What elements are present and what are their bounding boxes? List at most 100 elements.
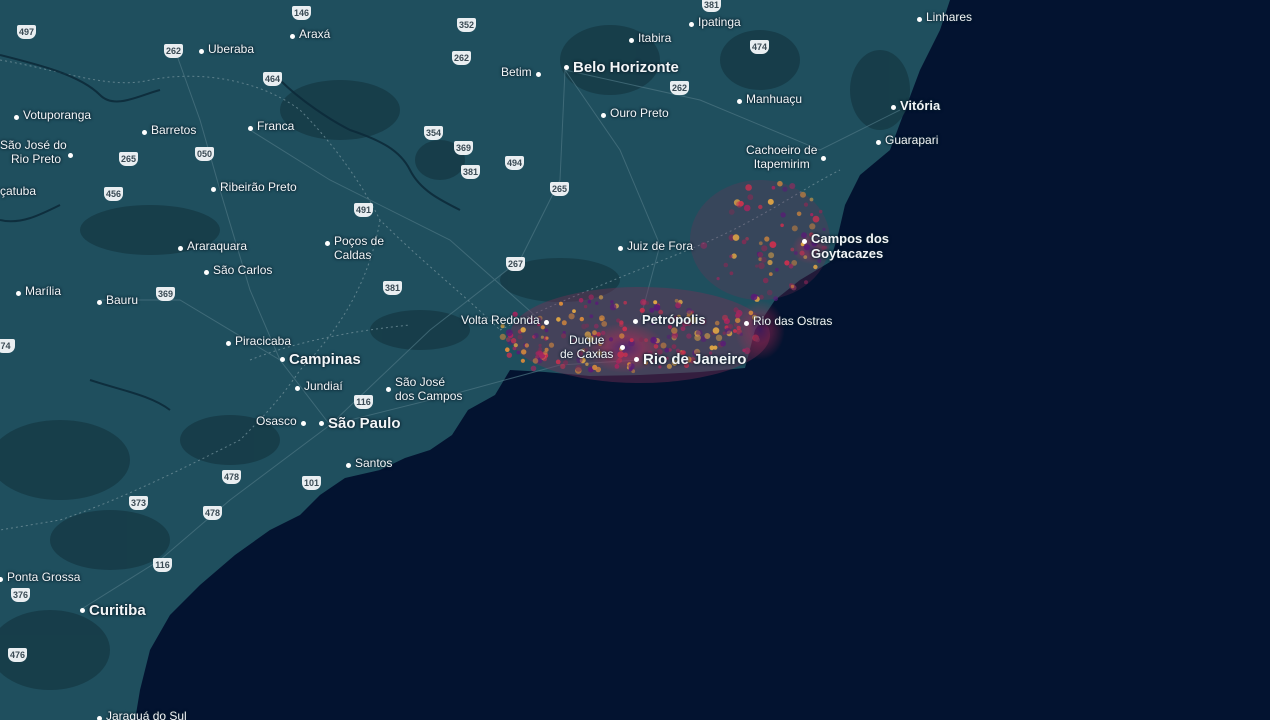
heat-cell [548,342,555,348]
heat-cell [644,338,648,343]
city-label-santos[interactable]: Santos [346,456,392,471]
heat-cell [741,239,747,245]
city-label-sao-jose-dos-campos[interactable]: São José dos Campos [386,375,462,404]
city-label-araxa[interactable]: Araxá [290,27,330,42]
city-label-jaragua-do-sul[interactable]: Jaraguá do Sul [97,709,187,720]
city-label-vitoria[interactable]: Vitória [891,98,940,114]
city-label-osasco[interactable]: Osasco [256,414,306,429]
city-label-manhuacu[interactable]: Manhuaçu [737,92,802,107]
heat-cell [782,186,788,192]
heat-cell [587,299,592,304]
heat-cell [609,303,617,311]
city-label-sao-jose-rio-preto[interactable]: São José do Rio Preto [0,138,73,167]
heat-cell [598,295,604,300]
city-label-ponta-grossa[interactable]: Ponta Grossa [0,570,80,585]
city-label-ouro-preto[interactable]: Ouro Preto [601,106,669,121]
city-label-curitiba[interactable]: Curitiba [80,602,146,619]
city-label-rio-de-janeiro[interactable]: Rio de Janeiro [634,351,746,368]
city-label-bauru[interactable]: Bauru [97,293,138,308]
heat-cell [622,326,628,332]
heat-cell [694,334,701,342]
heat-cell [803,244,810,251]
city-label-itabira[interactable]: Itabira [629,31,671,46]
heat-cell [714,320,720,326]
city-label-cachoeiro[interactable]: Cachoeiro de Itapemirim [746,143,826,172]
heat-cell [790,247,795,252]
heat-cell [540,335,545,339]
city-label-votuporanga[interactable]: Votuporanga [14,108,91,123]
heat-cell [712,327,720,334]
road-shield: 352 [457,18,476,32]
city-label-franca[interactable]: Franca [248,119,294,134]
heat-cell [584,323,590,328]
road-shield: 381 [383,281,402,295]
city-label-campinas[interactable]: Campinas [280,351,361,368]
road-shield: 262 [452,51,471,65]
city-label-marilia[interactable]: Marília [16,284,61,299]
heat-cell [505,329,513,337]
heat-cell [645,301,650,305]
road-shield: 381 [461,165,480,179]
city-label-sao-paulo[interactable]: São Paulo [319,415,401,432]
heat-cell [623,300,627,305]
heat-cell [544,328,549,333]
heat-cell [601,321,608,327]
city-label-belo-horizonte[interactable]: Belo Horizonte [564,59,679,76]
city-label-uberaba[interactable]: Uberaba [199,42,254,57]
heat-cell [619,320,624,325]
city-label-betim[interactable]: Betim [501,65,541,80]
city-label-petropolis[interactable]: Petrópolis [633,312,706,328]
map-view[interactable]: 146 352 381 497 262 464 262 474 262 354 … [0,0,1270,720]
heat-cell [736,309,743,317]
road-shield: 101 [302,476,321,490]
heat-cell [758,241,763,246]
city-label-pocos-de-caldas[interactable]: Poços de Caldas [325,234,384,263]
city-label-ribeirao-preto[interactable]: Ribeirão Preto [211,180,297,195]
road-shield: 474 [750,40,769,54]
city-label-sao-carlos[interactable]: São Carlos [204,263,272,278]
heat-cell [713,345,718,350]
heat-cell [747,194,754,201]
heat-cell [666,334,671,339]
city-label-piracicaba[interactable]: Piracicaba [226,334,291,349]
city-label-ipatinga[interactable]: Ipatinga [689,15,741,30]
city-label-guarapari[interactable]: Guarapari [876,133,938,148]
road-shield: 267 [506,257,525,271]
heat-cell [728,323,734,329]
heat-cell [589,314,594,319]
road-shield: 376 [11,588,30,602]
city-label-catuba[interactable]: çatuba [0,184,36,199]
city-label-juiz-de-fora[interactable]: Juiz de Fora [618,239,693,254]
road-shield: 146 [292,6,311,20]
heat-cell [614,364,620,369]
heat-cell [704,333,711,339]
heat-cell [524,343,529,348]
heat-cell [715,334,723,341]
heat-cell [803,255,808,259]
heat-cell [745,237,749,241]
city-label-jundiai[interactable]: Jundiaí [295,379,343,394]
heat-cell [799,250,805,256]
road-shield: 381 [702,0,721,12]
heat-cell [762,277,769,284]
road-shield: 354 [424,126,443,140]
heat-cell [595,301,599,305]
road-shield: 369 [454,141,473,155]
city-label-barretos[interactable]: Barretos [142,123,196,138]
road-shield: 491 [354,203,373,217]
city-label-rio-das-ostras[interactable]: Rio das Ostras [744,314,832,329]
heat-cell [520,358,526,363]
heat-cell [767,259,773,266]
city-label-volta-redonda[interactable]: Volta Redonda [461,313,549,328]
heat-cell [510,338,517,344]
city-label-campos[interactable]: Campos dos Goytacazes [802,231,889,262]
city-label-araraquara[interactable]: Araraquara [178,239,247,254]
heat-cell [629,338,634,343]
city-label-linhares[interactable]: Linhares [917,10,972,25]
heat-cell [674,298,679,303]
heat-cell [761,245,768,252]
heat-cell [530,365,537,372]
heat-cell [513,343,518,348]
city-label-duque-de-caxias[interactable]: Duque de Caxias [560,333,625,362]
heat-cell [809,197,814,202]
